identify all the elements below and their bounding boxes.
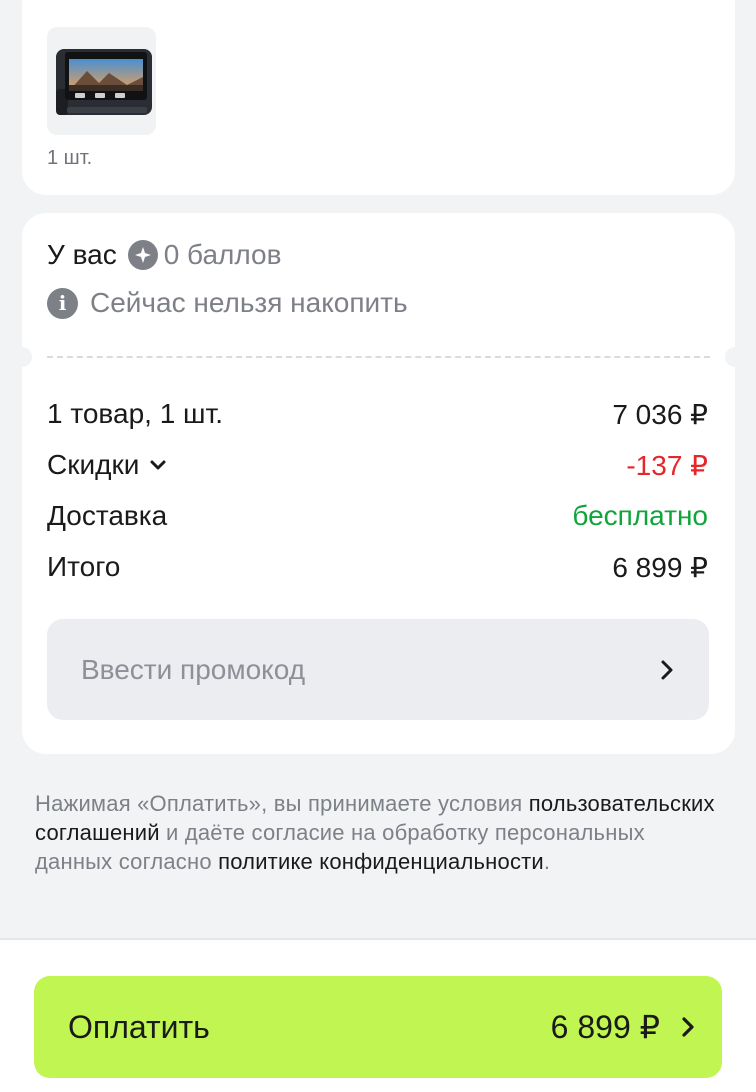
chevron-down-icon — [150, 460, 166, 470]
pay-button-label: Оплатить — [68, 1008, 210, 1045]
order-items-card: 1 шт. — [22, 0, 735, 195]
total-label: Итого — [47, 551, 121, 582]
product-thumbnail[interactable] — [47, 27, 156, 135]
product-quantity: 1 шт. — [47, 147, 93, 169]
points-coin-icon — [127, 240, 158, 270]
ticket-notch-right — [725, 347, 745, 367]
summary-discount-row: Скидки -137 ₽ — [47, 447, 708, 483]
pay-button-amount-group: 6 899 ₽ — [551, 1008, 696, 1046]
dashcam-product-image — [56, 49, 152, 115]
summary-items-row: 1 товар, 1 шт. 7 036 ₽ — [47, 396, 708, 432]
order-summary-card: У вас 0 баллов i Сейчас нельзя накопить … — [12, 213, 745, 754]
chevron-right-icon — [682, 1017, 694, 1037]
items-label: 1 товар, 1 шт. — [47, 398, 224, 429]
total-value: 6 899 ₽ — [612, 551, 708, 583]
delivery-value: бесплатно — [572, 500, 708, 531]
promo-code-button[interactable]: Ввести промокод — [47, 619, 709, 720]
legal-consent-text: Нажимая «Оплатить», вы принимаете услови… — [35, 789, 725, 876]
ticket-notch-left — [12, 347, 32, 367]
pay-button-amount: 6 899 ₽ — [550, 1009, 660, 1045]
points-value: 0 баллов — [163, 239, 282, 270]
summary-delivery-row: Доставка бесплатно — [47, 498, 708, 534]
delivery-label: Доставка — [47, 500, 168, 531]
points-info: i Сейчас нельзя накопить — [47, 287, 408, 319]
discount-label: Скидки — [47, 449, 140, 480]
points-balance: У вас 0 баллов — [47, 239, 281, 271]
legal-text-3: . — [543, 849, 551, 874]
points-info-text: Сейчас нельзя накопить — [90, 287, 408, 318]
pay-button[interactable]: Оплатить 6 899 ₽ — [34, 976, 722, 1078]
discount-value: -137 ₽ — [626, 449, 708, 481]
privacy-policy-link[interactable]: политике конфиденциальности — [218, 849, 544, 874]
chevron-right-icon — [661, 660, 673, 679]
dashed-divider — [47, 356, 710, 358]
items-value: 7 036 ₽ — [612, 398, 708, 430]
info-icon: i — [47, 287, 78, 319]
points-label: У вас — [47, 239, 117, 270]
legal-text-1: Нажимая «Оплатить», вы принимаете услови… — [35, 791, 529, 816]
promo-code-placeholder: Ввести промокод — [81, 653, 306, 685]
discount-toggle[interactable]: Скидки — [47, 449, 167, 481]
bottom-pay-bar: Оплатить 6 899 ₽ — [0, 938, 756, 1092]
summary-total-row: Итого 6 899 ₽ — [47, 549, 708, 585]
